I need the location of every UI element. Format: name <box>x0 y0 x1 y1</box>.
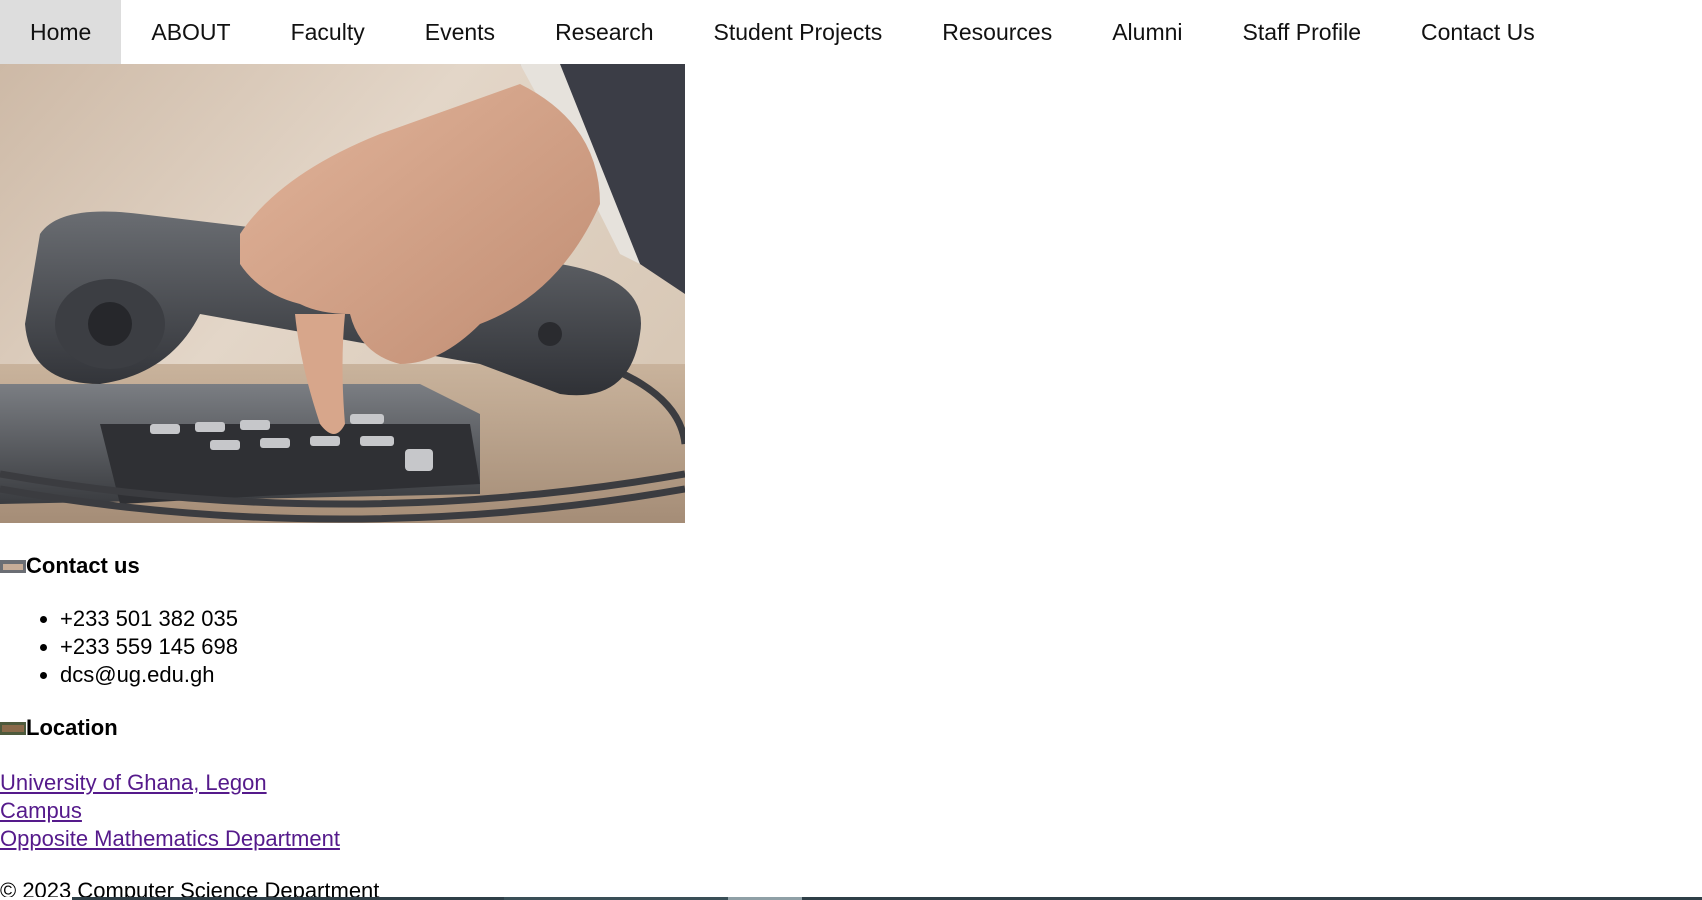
main-navbar: Home ABOUT Faculty Events Research Stude… <box>0 0 1702 64</box>
location-link-opposite-math[interactable]: Opposite Mathematics Department <box>0 825 340 853</box>
nav-research[interactable]: Research <box>525 0 683 64</box>
location-heading: Location <box>0 715 1702 741</box>
contact-heading: Contact us <box>0 553 1702 579</box>
nav-alumni[interactable]: Alumni <box>1082 0 1212 64</box>
contact-heading-text: Contact us <box>26 553 140 578</box>
nav-student-projects[interactable]: Student Projects <box>684 0 913 64</box>
location-link-university[interactable]: University of Ghana, Legon <box>0 769 267 797</box>
nav-home[interactable]: Home <box>0 0 122 64</box>
nav-staff-profile[interactable]: Staff Profile <box>1213 0 1391 64</box>
location-thumbnail-icon <box>0 721 26 735</box>
telephone-hero-image <box>0 64 685 523</box>
contact-list: +233 501 382 035 +233 559 145 698 dcs@ug… <box>0 605 1702 689</box>
contact-phone-1: +233 501 382 035 <box>60 605 1702 633</box>
location-heading-text: Location <box>26 715 118 740</box>
location-links: University of Ghana, Legon Campus Opposi… <box>0 769 1702 853</box>
nav-contact-us[interactable]: Contact Us <box>1391 0 1565 64</box>
nav-resources[interactable]: Resources <box>912 0 1082 64</box>
contact-thumbnail-icon <box>0 559 26 573</box>
nav-events[interactable]: Events <box>395 0 525 64</box>
nav-faculty[interactable]: Faculty <box>261 0 395 64</box>
contact-email: dcs@ug.edu.gh <box>60 661 1702 689</box>
nav-about[interactable]: ABOUT <box>121 0 260 64</box>
contact-phone-2: +233 559 145 698 <box>60 633 1702 661</box>
location-link-campus[interactable]: Campus <box>0 797 82 825</box>
